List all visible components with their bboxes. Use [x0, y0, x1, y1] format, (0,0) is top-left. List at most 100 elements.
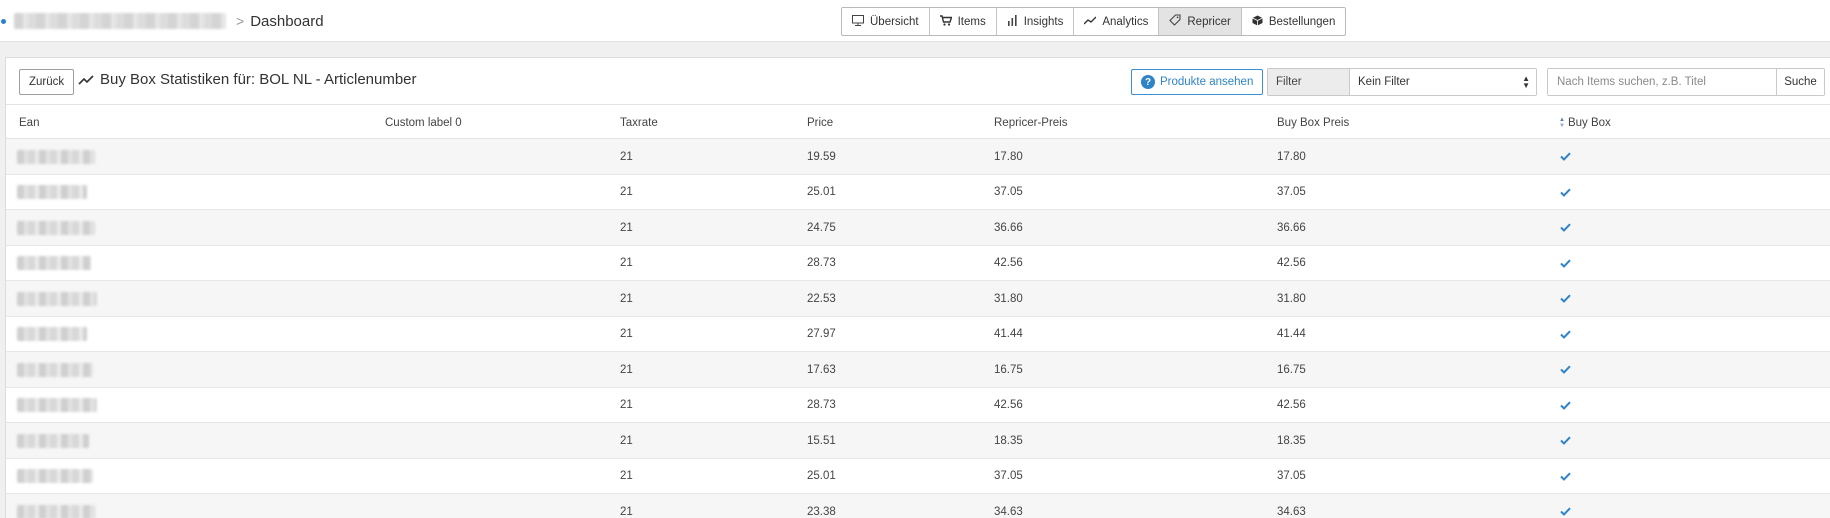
cell-taxrate: 21 — [620, 292, 633, 305]
breadcrumb-redacted-link[interactable] — [14, 13, 226, 29]
cell-ean — [17, 175, 87, 210]
search-group: Suche — [1547, 68, 1825, 96]
cell-taxrate: 21 — [620, 150, 633, 163]
nav-tab-analytics[interactable]: Analytics — [1074, 8, 1160, 35]
column-header-ean[interactable]: Ean — [19, 106, 39, 139]
view-products-label: Produkte ansehen — [1160, 76, 1254, 88]
cell-buybox-price: 31.80 — [1277, 292, 1306, 305]
check-icon — [1560, 152, 1571, 161]
cell-buybox-price: 41.44 — [1277, 328, 1306, 340]
redacted-ean — [17, 220, 95, 235]
cell-buybox-price: 42.56 — [1277, 257, 1306, 269]
cell-ean — [17, 388, 97, 423]
cell-ean — [17, 423, 89, 458]
column-header-buybox-price[interactable]: Buy Box Preis — [1277, 106, 1349, 139]
table-body: 21 19.59 17.80 17.80 21 25.01 37.05 37.05 21 24.7… — [6, 139, 1830, 518]
cell-taxrate: 21 — [620, 257, 633, 269]
cell-ean — [17, 459, 93, 494]
cell-buybox — [1560, 175, 1571, 210]
cell-taxrate: 21 — [620, 328, 633, 340]
cell-buybox-price: 37.05 — [1277, 186, 1306, 198]
table-row[interactable]: 21 28.73 42.56 42.56 — [6, 245, 1830, 281]
filter-group: Filter Kein Filter ▲ ▼ — [1267, 68, 1537, 96]
cell-ean — [17, 210, 95, 245]
nav-tab-items[interactable]: Items — [930, 8, 997, 35]
cell-taxrate: 21 — [620, 186, 633, 198]
cell-buybox-price: 37.05 — [1277, 470, 1306, 482]
cell-taxrate: 21 — [620, 221, 633, 234]
search-input[interactable] — [1548, 69, 1776, 95]
trend-icon — [78, 74, 94, 85]
cell-buybox-price: 18.35 — [1277, 434, 1306, 447]
redacted-ean — [17, 433, 89, 448]
cell-repricer-price: 34.63 — [994, 505, 1023, 518]
nav-tab-bestellungen[interactable]: Bestellungen — [1242, 8, 1346, 35]
view-products-button[interactable]: ? Produkte ansehen — [1131, 69, 1264, 95]
table-row[interactable]: 21 17.63 16.75 16.75 — [6, 352, 1830, 388]
cell-buybox-price: 42.56 — [1277, 399, 1306, 411]
table-row[interactable]: 21 25.01 37.05 37.05 — [6, 174, 1830, 210]
check-icon — [1560, 436, 1571, 445]
cell-buybox — [1560, 352, 1571, 387]
table-row[interactable]: 21 19.59 17.80 17.80 — [6, 139, 1830, 175]
check-icon — [1560, 188, 1571, 197]
cell-ean — [17, 352, 93, 387]
bar-chart-icon — [1007, 14, 1018, 29]
cell-repricer-price: 37.05 — [994, 186, 1023, 198]
check-icon — [1560, 223, 1571, 232]
cell-buybox-price: 34.63 — [1277, 505, 1306, 518]
column-header-taxrate[interactable]: Taxrate — [620, 106, 658, 139]
column-header-custom-label[interactable]: Custom label 0 — [385, 106, 462, 139]
column-header-buybox[interactable]: ▲ ▼ Buy Box — [1559, 106, 1611, 139]
table-row[interactable]: 21 27.97 41.44 41.44 — [6, 316, 1830, 352]
nav-tab-label: Übersicht — [870, 15, 919, 28]
question-circle-icon: ? — [1141, 75, 1155, 89]
cell-repricer-price: 31.80 — [994, 292, 1023, 305]
select-arrows-icon: ▲ ▼ — [1522, 74, 1530, 90]
cell-ean — [17, 494, 95, 518]
cell-buybox — [1560, 317, 1571, 352]
cell-buybox — [1560, 494, 1571, 518]
cell-repricer-price: 16.75 — [994, 363, 1023, 376]
redacted-ean — [17, 185, 87, 199]
nav-tab-uebersicht[interactable]: Übersicht — [842, 8, 930, 35]
buybox-panel: Zurück Buy Box Statistiken für: BOL NL -… — [5, 57, 1830, 518]
cell-taxrate: 21 — [620, 470, 633, 482]
table-row[interactable]: 21 22.53 31.80 31.80 — [6, 281, 1830, 317]
nav-tab-insights[interactable]: Insights — [997, 8, 1075, 35]
breadcrumb-dot-icon — [1, 18, 6, 24]
nav-tab-repricer[interactable]: Repricer — [1159, 8, 1242, 35]
check-icon — [1560, 472, 1571, 481]
table-row[interactable]: 21 25.01 37.05 37.05 — [6, 458, 1830, 494]
cell-repricer-price: 18.35 — [994, 434, 1023, 447]
cell-price: 23.38 — [807, 505, 836, 518]
back-button[interactable]: Zurück — [19, 69, 75, 95]
buybox-table: Ean Custom label 0 Taxrate Price Reprice… — [6, 106, 1830, 518]
panel-toolbar: Zurück Buy Box Statistiken für: BOL NL -… — [6, 58, 1830, 105]
nav-tab-label: Bestellungen — [1268, 15, 1336, 28]
column-header-repricer-price[interactable]: Repricer-Preis — [994, 106, 1068, 139]
title-wrap: Buy Box Statistiken für: BOL NL - Articl… — [78, 71, 417, 88]
cell-buybox — [1560, 388, 1571, 423]
cell-repricer-price: 37.05 — [994, 470, 1023, 482]
table-row[interactable]: 21 15.51 18.35 18.35 — [6, 423, 1830, 459]
cell-buybox — [1560, 459, 1571, 494]
filter-label: Filter — [1268, 69, 1350, 95]
cell-buybox-price: 17.80 — [1277, 150, 1306, 163]
table-row[interactable]: 21 23.38 34.63 34.63 — [6, 494, 1830, 518]
table-row[interactable]: 21 24.75 36.66 36.66 — [6, 210, 1830, 246]
table-row[interactable]: 21 28.73 42.56 42.56 — [6, 387, 1830, 423]
column-header-price[interactable]: Price — [807, 106, 833, 139]
filter-select-value: Kein Filter — [1358, 76, 1410, 88]
cell-repricer-price: 36.66 — [994, 221, 1023, 234]
package-icon — [1252, 15, 1263, 29]
redacted-ean — [17, 327, 87, 341]
redacted-ean — [17, 504, 95, 518]
page-title: Buy Box Statistiken für: BOL NL - Articl… — [100, 71, 417, 88]
filter-select[interactable]: Kein Filter ▲ ▼ — [1350, 69, 1536, 95]
cell-ean — [17, 246, 91, 281]
search-button[interactable]: Suche — [1776, 69, 1824, 95]
cart-icon — [939, 14, 953, 29]
cell-taxrate: 21 — [620, 399, 633, 411]
column-header-buybox-label: Buy Box — [1567, 116, 1611, 129]
